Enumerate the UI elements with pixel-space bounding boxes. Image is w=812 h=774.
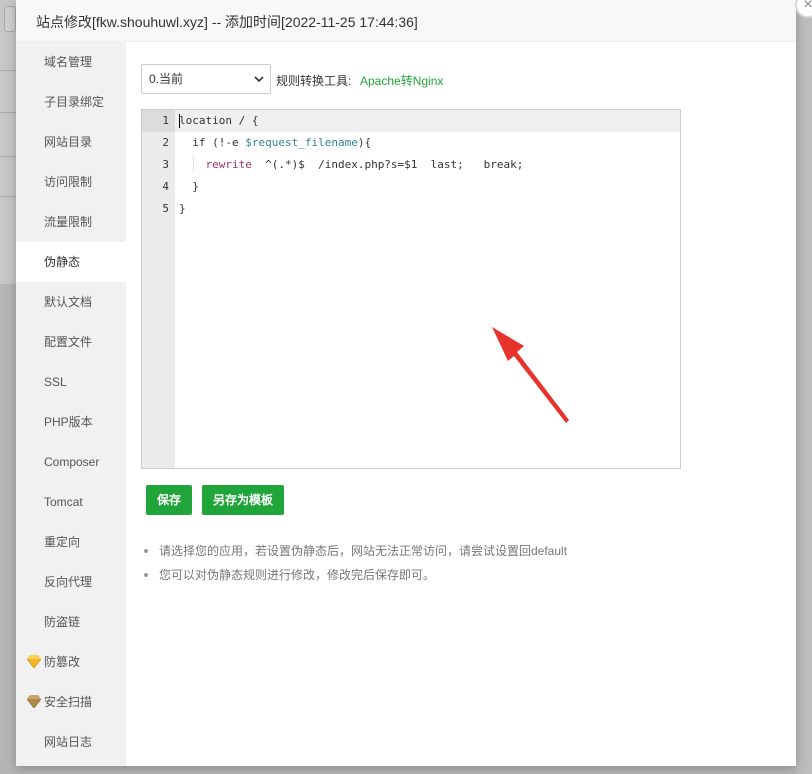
sidebar-item-config-file[interactable]: 配置文件: [16, 322, 126, 362]
sidebar-item-label: 防篡改: [44, 655, 81, 669]
code-token: $request_filename: [245, 136, 358, 149]
sidebar-item-php-version[interactable]: PHP版本: [16, 402, 126, 442]
sidebar-item-label: Composer: [44, 455, 100, 469]
code-token: if (!-e: [192, 136, 246, 149]
select-value: 0.当前: [149, 72, 184, 86]
dialog-header: 站点修改[fkw.shouhuwl.xyz] -- 添加时间[2022-11-2…: [16, 0, 796, 42]
backdrop-control: [4, 6, 16, 32]
sidebar-item-tomcat[interactable]: Tomcat: [16, 482, 126, 522]
code-text: rewrite ^(.*)$ /index.php?s=$1 last; bre…: [179, 154, 524, 176]
sidebar-item-label: 默认文档: [44, 295, 93, 309]
rewrite-code-editor[interactable]: 1 location / { 2 if (!-e $request_filename…: [141, 109, 681, 469]
sidebar-item-security-scan[interactable]: 安全扫描: [16, 682, 126, 722]
code-token: ^(.*)$ /index.php?s=$1 last; break;: [251, 158, 524, 171]
sidebar-item-rewrite[interactable]: 伪静态: [16, 242, 126, 282]
dialog-title: 站点修改[fkw.shouhuwl.xyz] -- 添加时间[2022-11-2…: [36, 14, 418, 30]
tip-text: 您可以对伪静态规则进行修改，修改完后保存即可。: [159, 568, 436, 582]
code-text: }: [179, 176, 199, 198]
sidebar-item-label: 流量限制: [44, 215, 93, 229]
bullet-icon: [144, 549, 148, 553]
close-icon: ×: [803, 0, 812, 13]
rewrite-toolbar: 0.当前 规则转换工具: Apache转Nginx: [141, 64, 781, 94]
help-tips: 请选择您的应用，若设置伪静态后，网站无法正常访问，请尝试设置回default 您…: [141, 542, 761, 590]
rewrite-template-select[interactable]: 0.当前: [141, 64, 271, 94]
code-token: rewrite: [205, 158, 252, 171]
sidebar-item-label: 安全扫描: [44, 695, 93, 709]
save-as-template-button[interactable]: 另存为模板: [202, 485, 284, 515]
backdrop-divider: [0, 156, 16, 157]
code-token: }: [192, 180, 199, 193]
sidebar-item-default-document[interactable]: 默认文档: [16, 282, 126, 322]
code-token: location / {: [179, 114, 259, 127]
sidebar-item-label: 域名管理: [44, 55, 93, 69]
converter-label: 规则转换工具:: [276, 74, 352, 88]
sidebar-item-label: 网站日志: [44, 735, 93, 749]
backdrop-right-strip: [796, 0, 812, 774]
backdrop-divider: [0, 70, 16, 71]
sidebar-item-traffic-limit[interactable]: 流量限制: [16, 202, 126, 242]
sidebar-item-domain-management[interactable]: 域名管理: [16, 42, 126, 82]
bronze-gem-icon: [27, 695, 41, 708]
code-line: 2 if (!-e $request_filename){: [142, 132, 680, 154]
sidebar-item-label: 重定向: [44, 535, 81, 549]
sidebar-item-label: 反向代理: [44, 575, 93, 589]
code-token: ){: [357, 136, 372, 149]
code-line: 4 }: [142, 176, 680, 198]
sidebar-item-site-directory[interactable]: 网站目录: [16, 122, 126, 162]
sidebar-item-site-logs[interactable]: 网站日志: [16, 722, 126, 762]
code-token: }: [179, 202, 186, 215]
line-number: 5: [162, 202, 169, 215]
settings-sidebar: 域名管理 子目录绑定 网站目录 访问限制 流量限制 伪静态 默认文档 配置文件 …: [16, 42, 126, 766]
code-line: 3 rewrite ^(.*)$ /index.php?s=$1 last; b…: [142, 154, 680, 176]
sidebar-item-label: 防盗链: [44, 615, 81, 629]
sidebar-item-label: 配置文件: [44, 335, 93, 349]
bullet-icon: [144, 573, 148, 577]
sidebar-item-redirect[interactable]: 重定向: [16, 522, 126, 562]
sidebar-item-subdirectory-binding[interactable]: 子目录绑定: [16, 82, 126, 122]
tip-text: 请选择您的应用，若设置伪静态后，网站无法正常访问，请尝试设置回default: [159, 544, 568, 558]
save-button[interactable]: 保存: [146, 485, 192, 515]
sidebar-item-label: 伪静态: [44, 255, 81, 269]
gold-gem-icon: [27, 655, 41, 668]
backdrop-divider: [0, 112, 16, 113]
code-text: }: [179, 198, 186, 220]
sidebar-item-hotlink-protection[interactable]: 防盗链: [16, 602, 126, 642]
apache-to-nginx-link[interactable]: Apache转Nginx: [360, 72, 443, 89]
code-text: location / {: [179, 110, 258, 132]
sidebar-item-reverse-proxy[interactable]: 反向代理: [16, 562, 126, 602]
code-line: 1 location / {: [142, 110, 680, 132]
sidebar-item-ssl[interactable]: SSL: [16, 362, 126, 402]
line-number: 1: [162, 114, 169, 127]
line-number: 4: [162, 180, 169, 193]
code-line: 5}: [142, 198, 680, 220]
sidebar-item-access-restriction[interactable]: 访问限制: [16, 162, 126, 202]
sidebar-item-label: 子目录绑定: [44, 95, 105, 109]
chevron-down-icon: [254, 76, 264, 83]
backdrop-divider: [0, 196, 16, 197]
tip-item: 请选择您的应用，若设置伪静态后，网站无法正常访问，请尝试设置回default: [141, 542, 761, 566]
tip-item: 您可以对伪静态规则进行修改，修改完后保存即可。: [141, 566, 761, 590]
sidebar-item-composer[interactable]: Composer: [16, 442, 126, 482]
site-edit-dialog: 站点修改[fkw.shouhuwl.xyz] -- 添加时间[2022-11-2…: [16, 0, 812, 766]
sidebar-item-label: PHP版本: [44, 415, 93, 429]
sidebar-item-tamper-protection[interactable]: 防篡改: [16, 642, 126, 682]
sidebar-item-label: Tomcat: [44, 495, 83, 509]
line-number: 3: [162, 158, 169, 171]
sidebar-item-label: SSL: [44, 375, 67, 389]
code-text: if (!-e $request_filename){: [179, 132, 371, 154]
line-number: 2: [162, 136, 169, 149]
sidebar-item-label: 网站目录: [44, 135, 93, 149]
sidebar-item-label: 访问限制: [44, 175, 93, 189]
